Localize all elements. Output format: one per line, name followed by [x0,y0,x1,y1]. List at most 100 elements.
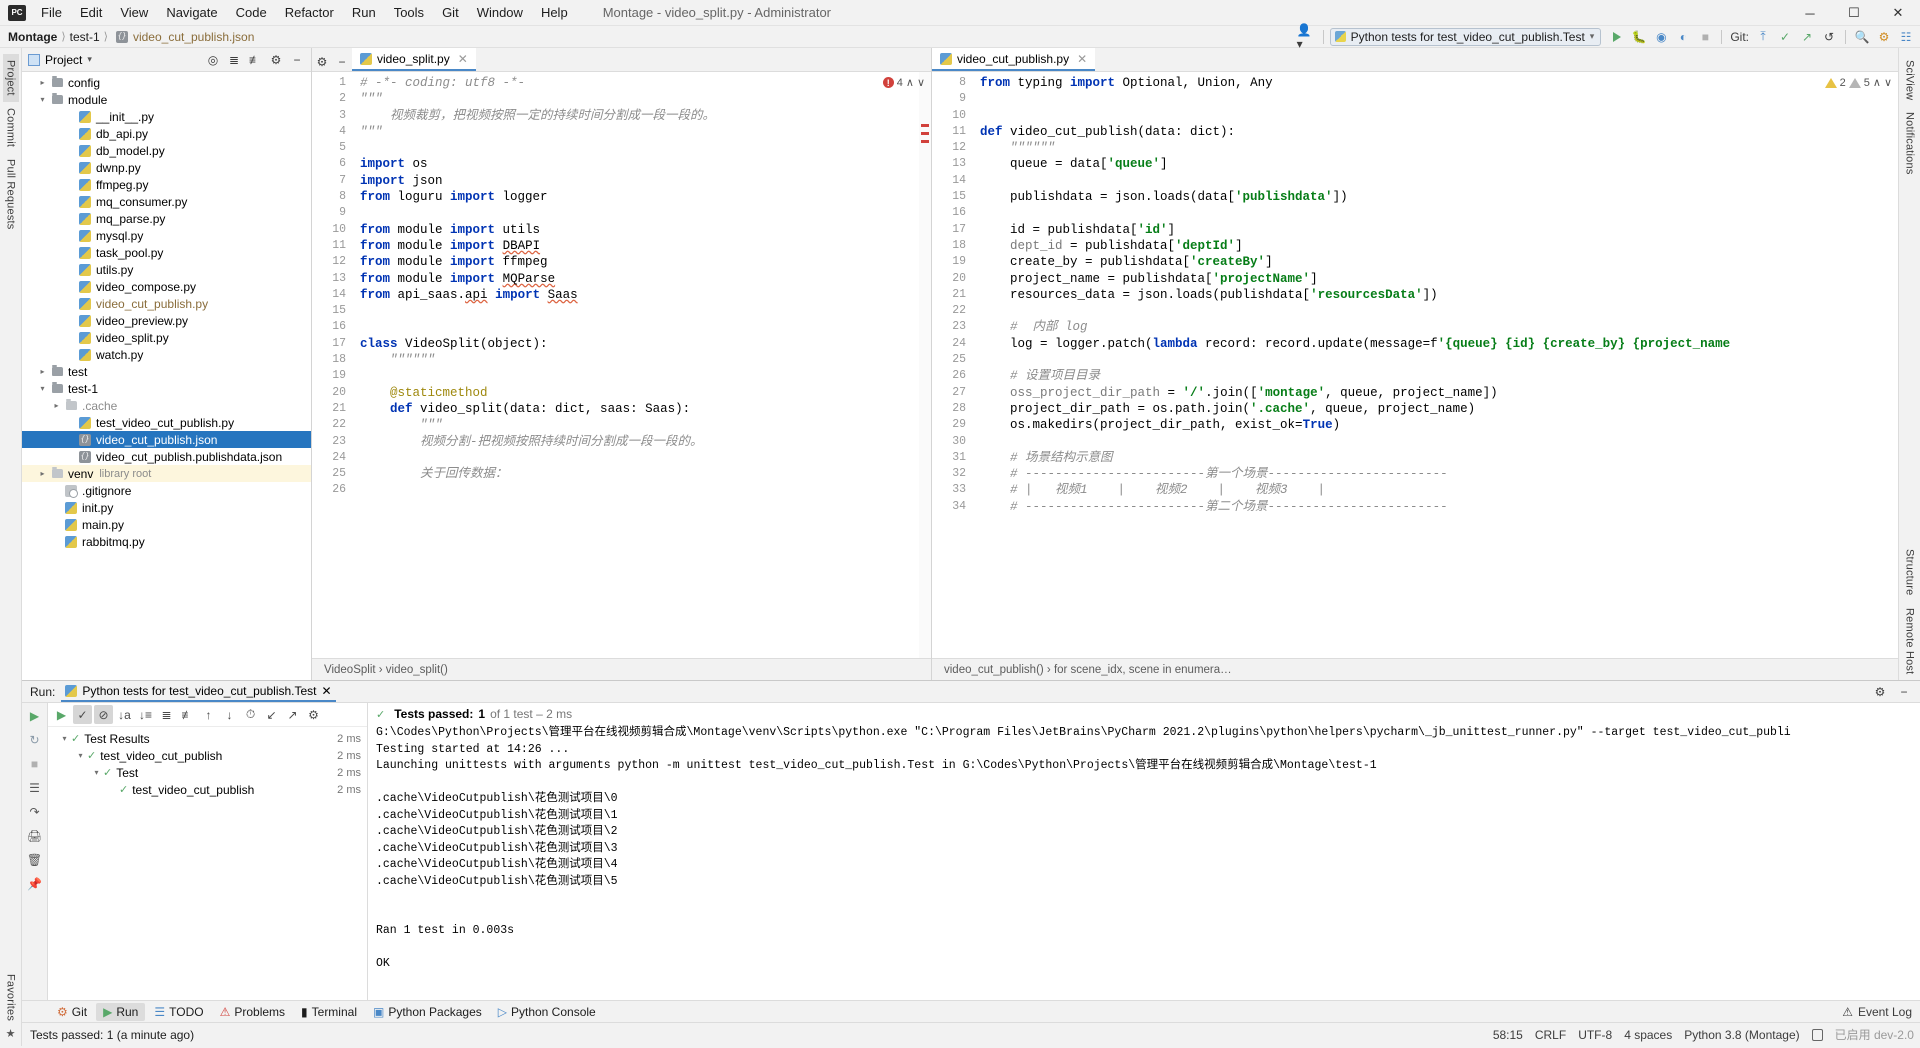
editor-body-left[interactable]: 1 2 3 4 5 6 7 8 9 10 11 12 13 14 15 16 17 18 19 20 21 22 23 24 2… [312,72,931,658]
menu-edit[interactable]: Edit [71,2,111,23]
maximize-button[interactable]: ☐ [1832,0,1876,26]
tree-item-video-cut-publish-py[interactable]: video_cut_publish.py [22,295,311,312]
inspection-widget-left[interactable]: ! 4 ∧ ∨ [882,76,925,89]
error-marker[interactable] [921,124,929,127]
profile-icon[interactable]: ◐ [1673,28,1693,46]
tree-item-video-preview-py[interactable]: video_preview.py [22,312,311,329]
chevron-icon[interactable]: ▾ [58,734,71,743]
notification-icon[interactable]: ☷ [1896,28,1916,46]
tree-item-mysql-py[interactable]: mysql.py [22,227,311,244]
editor-hide-icon[interactable]: − [332,53,352,71]
close-icon[interactable]: ✕ [1077,52,1087,66]
tree-item--init-py[interactable]: __init__.py [22,108,311,125]
inspection-widget-right[interactable]: 2 5 ∧ ∨ [1824,76,1892,89]
tool-strip-favorites[interactable]: Favorites [3,968,19,1027]
test-tree-row[interactable]: ▾ ✓ Test Results 2 ms [48,730,367,747]
account-icon[interactable]: 👤▾ [1297,23,1317,51]
tree-item-rabbitmq-py[interactable]: rabbitmq.py [22,533,311,550]
stop-icon[interactable]: ■ [1695,28,1715,46]
tool-strip-sciview[interactable]: SciView [1902,54,1918,106]
tree-item-test[interactable]: ▸ test [22,363,311,380]
import-tests-icon[interactable]: ↙ [262,705,281,724]
gear-icon[interactable]: ⚙ [1874,28,1894,46]
indent-setting[interactable]: 4 spaces [1624,1028,1672,1042]
code-content-left[interactable]: # -*- coding: utf8 -*- """ 视频裁剪，把视频按照一定的持… [352,72,931,658]
collapse-all-icon[interactable]: ≢ [178,705,197,724]
hide-ignored-icon[interactable]: ⊘ [94,705,113,724]
python-interpreter[interactable]: Python 3.8 (Montage) [1684,1028,1799,1042]
run-icon[interactable]: ▶ [52,705,71,724]
file-encoding[interactable]: UTF-8 [1578,1028,1612,1042]
coverage-icon[interactable]: ◉ [1651,28,1671,46]
hide-panel-icon[interactable]: − [1894,683,1914,701]
editor-body-right[interactable]: 8 9 10 11 12 13 14 15 16 17 18 19 20 21 22 23 24 25 26 27 28… [932,72,1898,658]
tool-strip-commit[interactable]: Commit [3,102,19,153]
tree-item-venv[interactable]: ▸ venv library root [22,465,311,482]
chevron-down-icon[interactable]: ▾ [87,54,92,65]
chevron-icon[interactable]: ▸ [36,78,49,87]
rerun-icon[interactable]: ▶ [26,707,44,725]
minimize-button[interactable]: ─ [1788,0,1832,26]
tree-item-init-py[interactable]: init.py [22,499,311,516]
editor-breadcrumb-right[interactable]: video_cut_publish() › for scene_idx, sce… [932,658,1898,680]
test-tree-row[interactable]: ✓ test_video_cut_publish 2 ms [48,781,367,798]
menu-view[interactable]: View [111,2,157,23]
error-marker[interactable] [921,140,929,143]
toolwindow-git[interactable]: ⚙ Git [50,1003,94,1021]
tree-item-video-cut-publish-publishdata-json[interactable]: video_cut_publish.publishdata.json [22,448,311,465]
chevron-icon[interactable]: ▸ [36,469,49,478]
menu-tools[interactable]: Tools [385,2,433,23]
clear-all-icon[interactable]: 🗑 [26,851,44,869]
tree-item--gitignore[interactable]: .gitignore [22,482,311,499]
tree-item-db-model-py[interactable]: db_model.py [22,142,311,159]
print-icon[interactable]: 🖨 [26,827,44,845]
tree-item-db-api-py[interactable]: db_api.py [22,125,311,142]
search-icon[interactable]: 🔍 [1852,28,1872,46]
toolwindow-todo[interactable]: ☰ TODO [147,1003,210,1021]
test-results-tree[interactable]: ▾ ✓ Test Results 2 ms ▾ ✓ test_video_cut_publi… [48,727,367,1000]
next-problem-icon[interactable]: ∨ [1884,76,1892,89]
chevron-icon[interactable]: ▾ [36,95,49,104]
tab-video-cut-publish[interactable]: video_cut_publish.py ✕ [932,48,1096,71]
close-icon[interactable]: ✕ [458,52,468,66]
menu-refactor[interactable]: Refactor [276,2,343,23]
expand-all-icon[interactable]: ≣ [157,705,176,724]
expand-all-icon[interactable]: ≣ [224,51,244,69]
run-tab[interactable]: Python tests for test_video_cut_publish.… [61,681,336,702]
editor-breadcrumb-left[interactable]: VideoSplit › video_split() [312,658,931,680]
soft-wrap-icon[interactable]: ↷ [26,803,44,821]
prev-test-icon[interactable]: ↑ [199,705,218,724]
rerun-failed-icon[interactable]: ↻ [26,731,44,749]
marker-bar-left[interactable] [919,72,931,658]
breadcrumb-folder[interactable]: test-1 [70,30,100,44]
menu-file[interactable]: File [32,2,71,23]
menu-navigate[interactable]: Navigate [157,2,226,23]
editor-gear-icon[interactable]: ⚙ [312,53,332,71]
gear-icon[interactable]: ⚙ [1870,683,1890,701]
sort-by-duration-icon[interactable]: ↓​≡ [136,705,155,724]
tool-strip-pull-requests[interactable]: Pull Requests [3,153,19,235]
error-marker[interactable] [921,132,929,135]
code-content-right[interactable]: from typing import Optional, Union, Any … [972,72,1898,658]
toolwindow-python-packages[interactable]: ▣ Python Packages [366,1003,489,1021]
tool-strip-project[interactable]: Project [2,54,19,102]
menu-help[interactable]: Help [532,2,577,23]
tree-item-mq-parse-py[interactable]: mq_parse.py [22,210,311,227]
pin-icon[interactable]: 📌 [26,875,44,893]
console-output[interactable]: G:\Codes\Python\Projects\管理平台在线视频剪辑合成\Mo… [368,725,1920,1000]
tool-strip-notifications[interactable]: Notifications [1902,106,1918,181]
close-icon[interactable]: ✕ [322,684,332,698]
gear-icon[interactable]: ⚙ [266,51,286,69]
tree-item-ffmpeg-py[interactable]: ffmpeg.py [22,176,311,193]
show-passed-icon[interactable]: ✓ [73,705,92,724]
tree-item-video-compose-py[interactable]: video_compose.py [22,278,311,295]
toolwindow-terminal[interactable]: ▮ Terminal [294,1003,364,1021]
gear-icon[interactable]: ⚙ [304,705,323,724]
hide-panel-icon[interactable]: − [287,51,307,69]
tree-item-main-py[interactable]: main.py [22,516,311,533]
run-configuration-selector[interactable]: Python tests for test_video_cut_publish.… [1329,27,1602,46]
run-icon[interactable] [1607,28,1627,46]
line-separator[interactable]: CRLF [1535,1028,1566,1042]
chevron-icon[interactable]: ▸ [50,401,63,410]
git-update-icon[interactable]: ⤒ [1753,28,1773,46]
